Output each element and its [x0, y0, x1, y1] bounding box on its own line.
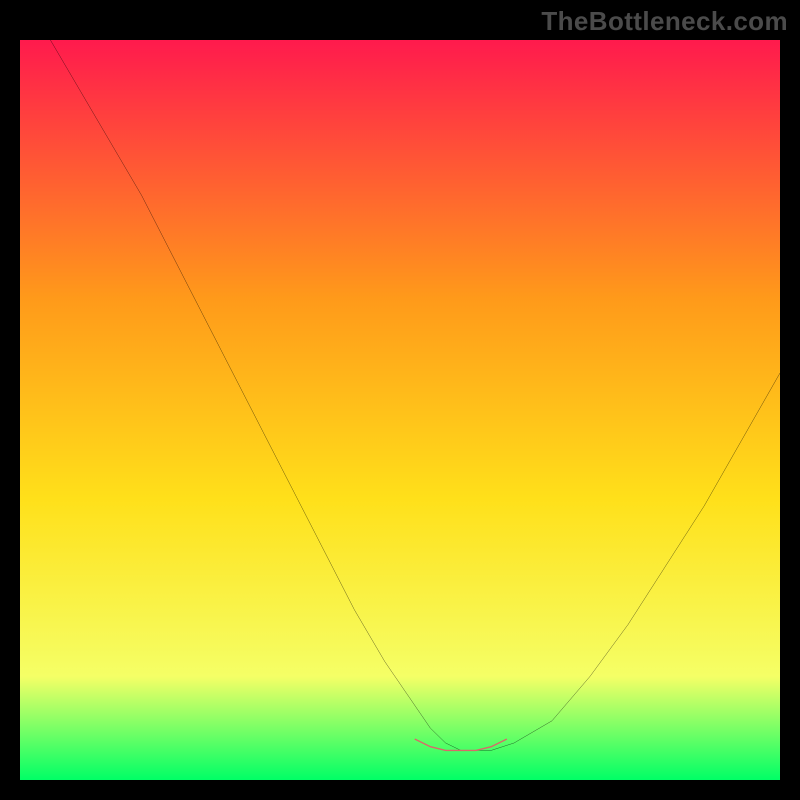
watermark-text: TheBottleneck.com — [541, 6, 788, 37]
gradient-background — [20, 40, 780, 780]
chart-frame: TheBottleneck.com — [0, 0, 800, 800]
plot-area — [20, 40, 780, 780]
bottleneck-plot-svg — [20, 40, 780, 780]
